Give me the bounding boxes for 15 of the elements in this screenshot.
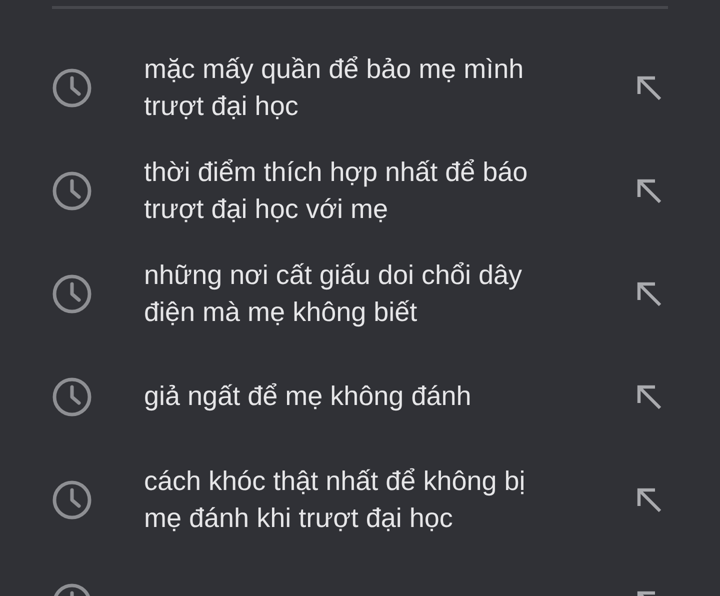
clock-icon (52, 376, 92, 416)
suggestion-text[interactable]: cách khóc thật nhất để không bị mẹ đánh khi trượt đại học (144, 462, 636, 536)
clock-icon (52, 170, 92, 210)
clock-icon (52, 480, 92, 520)
arrow-up-left-icon[interactable] (636, 486, 662, 512)
arrow-up-left-icon[interactable] (636, 178, 662, 204)
suggestion-text[interactable]: những nơi cất giấu doi chổi dây điện mà mẹ không biết (144, 256, 636, 330)
arrow-up-left-icon[interactable] (636, 280, 662, 306)
suggestion-text[interactable]: mặc mấy quần để bảo mẹ mình trượt đại học (144, 50, 636, 124)
arrow-up-left-icon[interactable] (636, 74, 662, 100)
arrow-up-left-icon[interactable] (636, 384, 662, 410)
clock-icon (52, 274, 92, 314)
suggestion-text[interactable]: thời điểm thích hợp nhất để báo trượt đại học với mẹ (144, 154, 636, 228)
clock-icon (52, 68, 92, 108)
suggestion-text[interactable]: giả ngất để mẹ không đánh (144, 378, 636, 415)
